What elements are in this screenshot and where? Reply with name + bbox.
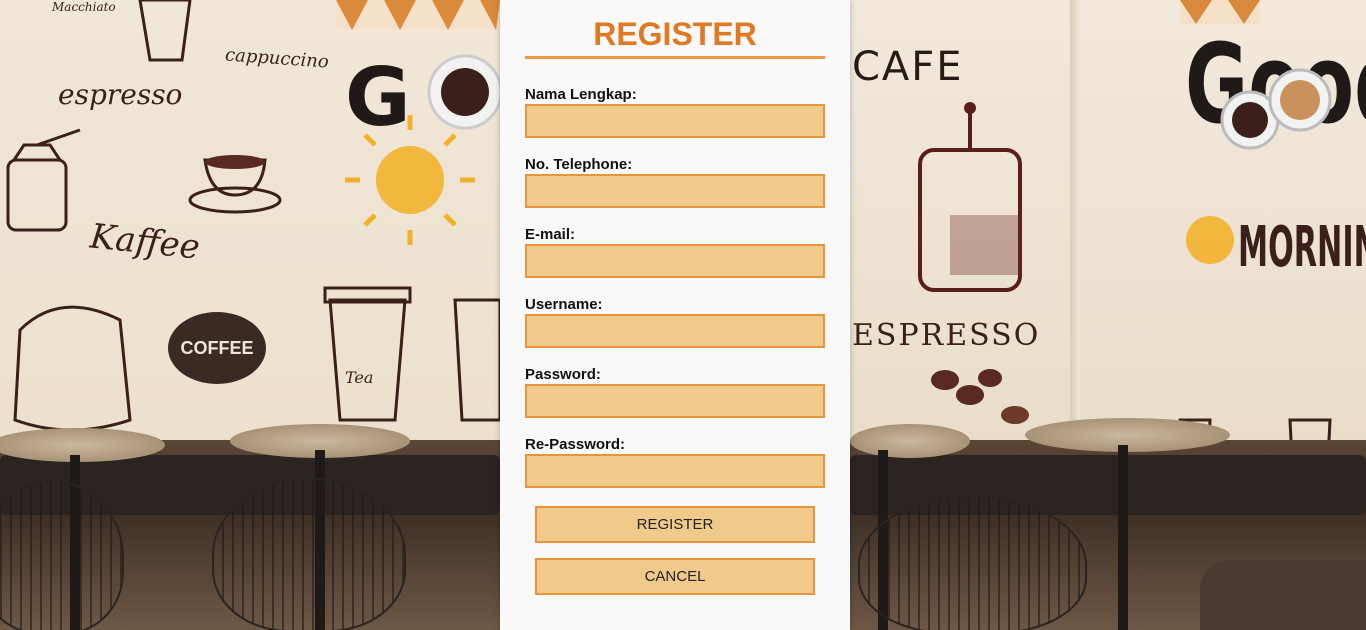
register-button[interactable]: REGISTER xyxy=(535,506,815,543)
right-wall-doodles-icon xyxy=(918,0,1332,440)
chair-right xyxy=(858,496,1087,630)
left-wall-doodles-icon: G xyxy=(6,0,503,432)
cancel-button[interactable]: CANCEL xyxy=(535,558,815,595)
username-label: Username: xyxy=(525,296,603,313)
email-input[interactable] xyxy=(525,244,825,278)
repassword-input[interactable] xyxy=(525,454,825,488)
armchair xyxy=(1200,560,1366,630)
email-label: E-mail: xyxy=(525,226,576,243)
table-leg-4 xyxy=(1118,445,1128,630)
full-name-label: Nama Lengkap: xyxy=(525,86,637,103)
telephone-input[interactable] xyxy=(525,174,825,208)
table-right-1 xyxy=(850,424,970,458)
repassword-label: Re-Password: xyxy=(525,436,626,453)
username-input[interactable] xyxy=(525,314,825,348)
full-name-input[interactable] xyxy=(525,104,825,138)
register-title: REGISTER xyxy=(525,14,825,59)
telephone-label: No. Telephone: xyxy=(525,156,633,173)
password-label: Password: xyxy=(525,366,601,383)
svg-text:G: G xyxy=(345,51,411,144)
chair-left xyxy=(212,478,406,630)
register-panel: REGISTER Nama Lengkap: No. Telephone: E-… xyxy=(500,0,850,630)
password-input[interactable] xyxy=(525,384,825,418)
